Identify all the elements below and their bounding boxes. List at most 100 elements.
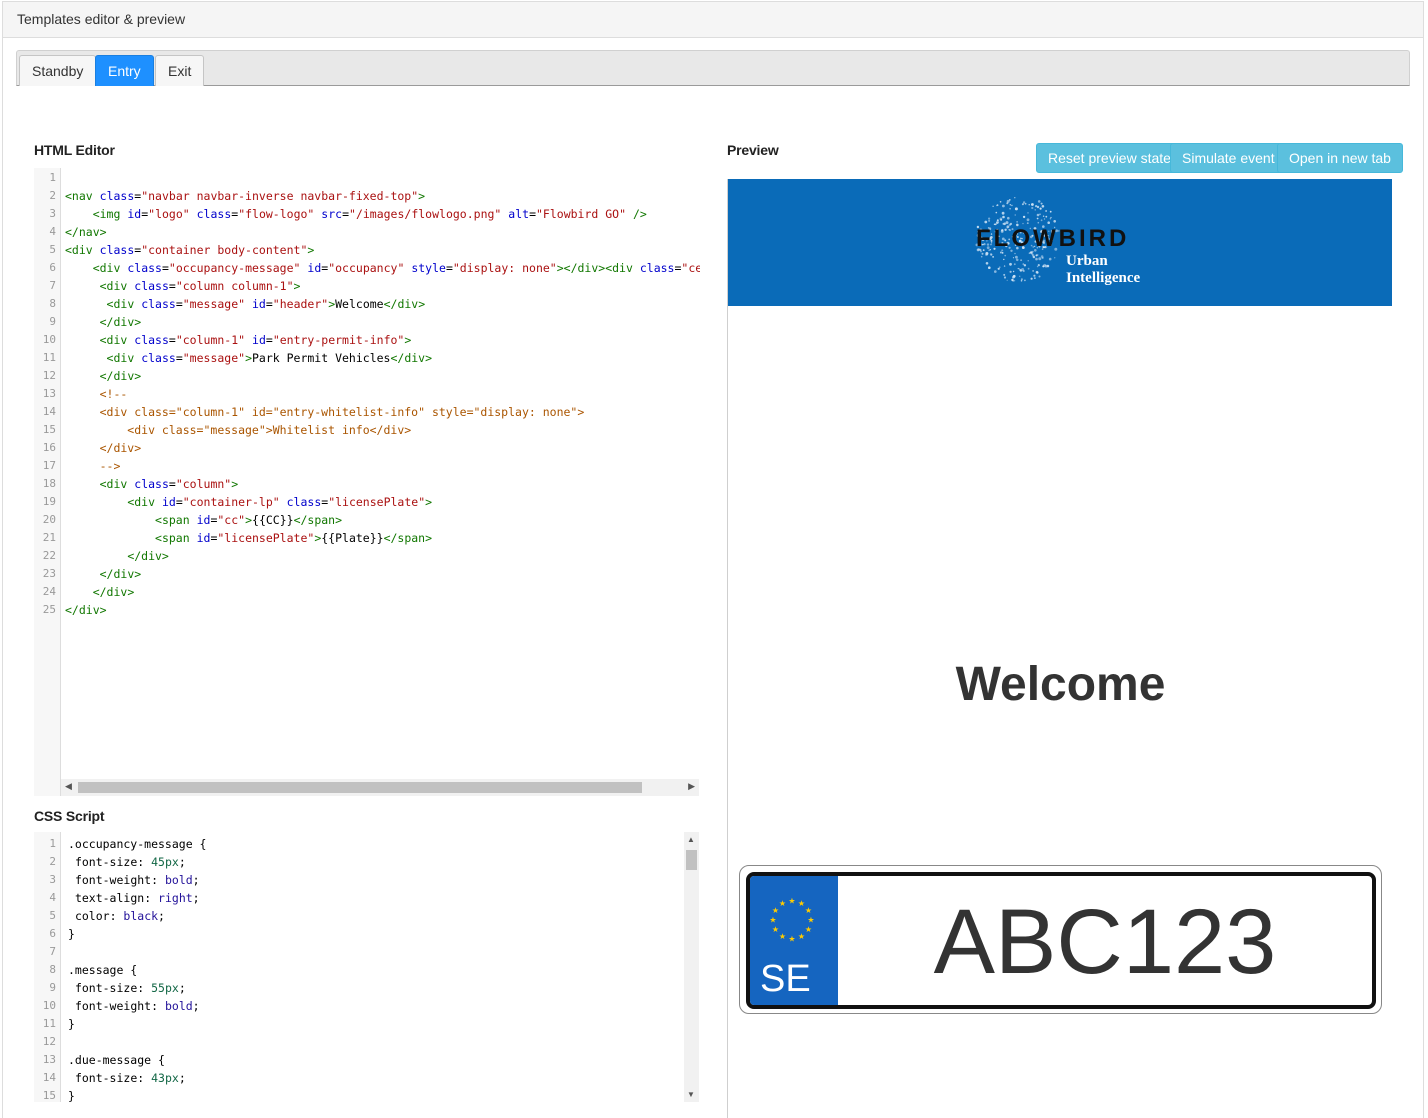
tab-entry[interactable]: Entry [95,55,154,86]
css-editor-gutter: 1 2 3 4 5 6 7 8 9 10 11 12 13 14 15 [34,832,61,1102]
code-line: <div class="column column-1"> [99,279,301,293]
code-line: <div class="column-1" id="entry-permit-i… [99,333,412,347]
code-line: font-weight: bold; [74,999,200,1013]
scroll-down-arrow-icon[interactable]: ▼ [687,1090,695,1099]
line-number: 14 [42,1071,56,1084]
line-number: 5 [49,909,56,922]
code-line: font-weight: bold; [74,873,200,887]
line-number: 15 [42,423,56,436]
line-number: 1 [49,837,56,850]
open-new-tab-button[interactable]: Open in new tab [1277,143,1403,173]
flowbird-logo: FLOWBIRD Urban Intelligence [975,197,1140,286]
code-line: <div class="message" id="header">Welcome… [106,297,426,311]
logo-tagline-2: Intelligence [1066,270,1140,286]
html-editor-horizontal-scrollbar[interactable]: ◀ ▶ [61,779,699,796]
line-number: 7 [49,279,56,292]
line-number: 4 [49,225,56,238]
reset-preview-button[interactable]: Reset preview state [1036,143,1183,173]
code-line: </div> [99,315,142,329]
logo-brand-text: FLOWBIRD [976,225,1129,252]
license-plate: ★ ★ ★ ★ ★ ★ ★ ★ ★ ★ ★ ★ SE ABC123 [746,872,1376,1009]
svg-text:★: ★ [769,916,776,925]
line-number: 14 [42,405,56,418]
code-line: <div class="message">Park Permit Vehicle… [106,351,433,365]
line-number: 20 [42,513,56,526]
line-number: 24 [42,585,56,598]
eu-stars-icon: ★★★★★★★★★ ★ ★★ [769,897,814,944]
svg-text:★: ★ [807,916,814,925]
brand-navbar: FLOWBIRD Urban Intelligence [728,179,1392,306]
line-number: 6 [49,261,56,274]
scroll-up-arrow-icon[interactable]: ▲ [687,835,695,844]
line-number: 10 [42,333,56,346]
line-number: 5 [49,243,56,256]
line-number: 21 [42,531,56,544]
line-number: 2 [49,189,56,202]
code-line: } [68,1089,75,1102]
scroll-left-arrow-icon[interactable]: ◀ [65,781,72,792]
code-line: <div class="column"> [99,477,239,491]
code-line: font-size: 43px; [74,1071,186,1085]
line-number: 23 [42,567,56,580]
line-number: 22 [42,549,56,562]
code-line: } [68,1017,75,1031]
line-number: 12 [42,369,56,382]
logo-tagline-1: Urban [1066,253,1108,269]
line-number: 1 [49,171,56,184]
code-line: .message { [68,963,138,977]
svg-text:★: ★ [779,899,786,908]
html-editor-gutter: 1 2 3 4 5 6 7 8 9 10 11 12 13 14 15 16 17 18 19 20 21 22 23 24 2… [34,168,61,796]
horizontal-scroll-thumb[interactable] [78,782,642,793]
css-editor[interactable]: 1 2 3 4 5 6 7 8 9 10 11 12 13 14 15 .occupancy-message… [34,832,684,1102]
code-line: <span id="licensePlate">{{Plate}}</span> [155,531,433,545]
simulate-event-button[interactable]: Simulate event [1170,143,1287,173]
vertical-scroll-thumb[interactable] [686,850,697,870]
line-number: 9 [49,981,56,994]
line-number: 15 [42,1089,56,1102]
svg-text:★: ★ [805,906,812,915]
code-line: <div class="column-1" id="entry-whitelis… [65,405,585,419]
css-editor-vertical-scrollbar[interactable]: ▲ ▼ [684,832,699,1102]
line-number: 19 [42,495,56,508]
line-number: 8 [49,297,56,310]
svg-text:★: ★ [772,925,779,934]
code-line: <img id="logo" class="flow-logo" src="/i… [92,207,647,221]
line-number: 7 [49,945,56,958]
line-number: 17 [42,459,56,472]
scroll-right-arrow-icon[interactable]: ▶ [688,781,695,792]
license-plate-container: ★ ★ ★ ★ ★ ★ ★ ★ ★ ★ ★ ★ SE ABC123 [739,865,1382,1014]
html-editor[interactable]: 1 2 3 4 5 6 7 8 9 10 11 12 13 14 15 16 17 18 19 20 21 22 23 24 2… [34,168,700,796]
code-line: <div class="container body-content"> [65,243,315,257]
code-line: <div class="message">Whitelist info</div… [65,423,412,437]
line-number: 13 [42,1053,56,1066]
line-number: 3 [49,207,56,220]
code-line: font-size: 55px; [74,981,186,995]
code-line: <div id="container-lp" class="licensePla… [127,495,433,509]
line-number: 3 [49,873,56,886]
code-line: </div> [65,441,142,455]
code-line: .occupancy-message { [68,837,207,851]
preview-frame: FLOWBIRD Urban Intelligence Welcome ★ ★ ★ ★… [727,179,1392,1118]
svg-text:★: ★ [788,935,795,944]
svg-text:★: ★ [779,932,786,941]
code-line: </div> [92,585,135,599]
panel-title: Templates editor & preview [3,2,1423,38]
welcome-message: Welcome [955,658,1166,711]
svg-text:★: ★ [788,897,795,906]
line-number: 13 [42,387,56,400]
code-line: font-size: 45px; [74,855,186,869]
html-editor-label: HTML Editor [34,142,115,158]
code-line: </div> [99,567,142,581]
country-code: SE [760,958,811,1000]
line-number: 25 [42,603,56,616]
code-line: --> [65,459,121,473]
tab-exit[interactable]: Exit [155,55,205,86]
eu-country-band: ★ ★ ★ ★ ★ ★ ★ ★ ★ ★ ★ ★ SE [750,876,838,1005]
code-line: </nav> [65,225,107,239]
line-number: 9 [49,315,56,328]
code-line: </div> [99,369,142,383]
line-number: 10 [42,999,56,1012]
tab-standby[interactable]: Standby [19,55,97,86]
code-line: color: black; [74,909,165,923]
line-number: 12 [42,1035,56,1048]
